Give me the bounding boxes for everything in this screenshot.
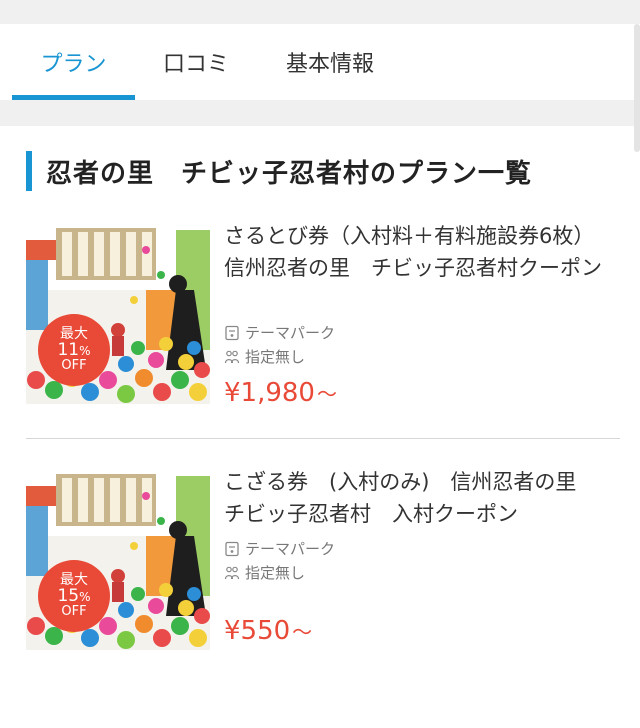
section-accent-bar [26, 151, 32, 191]
section-gap [0, 100, 640, 126]
plan-target: 指定無し [224, 562, 305, 583]
plan-price: ¥550 〜 [224, 616, 312, 646]
plan-divider [26, 438, 620, 439]
tab-plan-label: プラン [40, 52, 107, 77]
ticket-icon [225, 325, 239, 340]
badge-off: OFF [61, 358, 87, 374]
people-icon [224, 566, 240, 579]
plan-title[interactable]: こざる券 (入村のみ) 信州忍者の里 チビッ子忍者村 入村クーポン [224, 466, 604, 530]
tab-reviews[interactable]: 口コミ [150, 24, 242, 100]
tab-basic-info-label: 基本情報 [285, 52, 374, 77]
ticket-icon [225, 541, 239, 556]
plan-price: ¥1,980 〜 [224, 378, 337, 408]
price-suffix: 〜 [292, 620, 313, 644]
price-value: ¥1,980 [224, 378, 315, 408]
plan-title[interactable]: さるとび券（入村料＋有料施設券6枚）信州忍者の里 チビッ子忍者村クーポン [224, 220, 604, 284]
section-title: 忍者の里 チビッ子忍者村のプラン一覧 [46, 158, 533, 189]
plan-thumbnail[interactable]: 最大 11% OFF [26, 220, 210, 404]
people-icon [224, 350, 240, 363]
plan-target-label: 指定無し [245, 348, 306, 366]
plan-category: テーマパーク [224, 322, 335, 343]
plan-thumbnail[interactable]: 最大 15% OFF [26, 466, 210, 650]
tab-reviews-label: 口コミ [162, 52, 229, 77]
tab-plan[interactable]: プラン [12, 24, 135, 100]
plan-category: テーマパーク [224, 538, 335, 559]
section-header: 忍者の里 チビッ子忍者村のプラン一覧 [26, 150, 532, 192]
tab-bar: プラン 口コミ 基本情報 [0, 24, 640, 100]
discount-badge: 最大 11% OFF [38, 314, 110, 386]
price-value: ¥550 [224, 616, 291, 646]
plan-card[interactable]: 最大 15% OFF こざる券 (入村のみ) 信州忍者の里 チビッ子忍者村 入村… [26, 466, 620, 656]
price-suffix: 〜 [316, 382, 337, 406]
badge-percent: 11% [57, 339, 91, 360]
badge-percent: 15% [57, 585, 91, 606]
top-spacer [0, 0, 640, 24]
plan-category-label: テーマパーク [245, 540, 336, 558]
badge-off: OFF [61, 604, 87, 620]
discount-badge: 最大 15% OFF [38, 560, 110, 632]
plan-target-label: 指定無し [245, 564, 306, 582]
plan-category-label: テーマパーク [245, 324, 336, 342]
plan-card[interactable]: 最大 11% OFF さるとび券（入村料＋有料施設券6枚）信州忍者の里 チビッ子… [26, 220, 620, 410]
plan-target: 指定無し [224, 346, 305, 367]
tab-basic-info[interactable]: 基本情報 [270, 24, 390, 100]
scrollbar[interactable] [634, 24, 640, 152]
